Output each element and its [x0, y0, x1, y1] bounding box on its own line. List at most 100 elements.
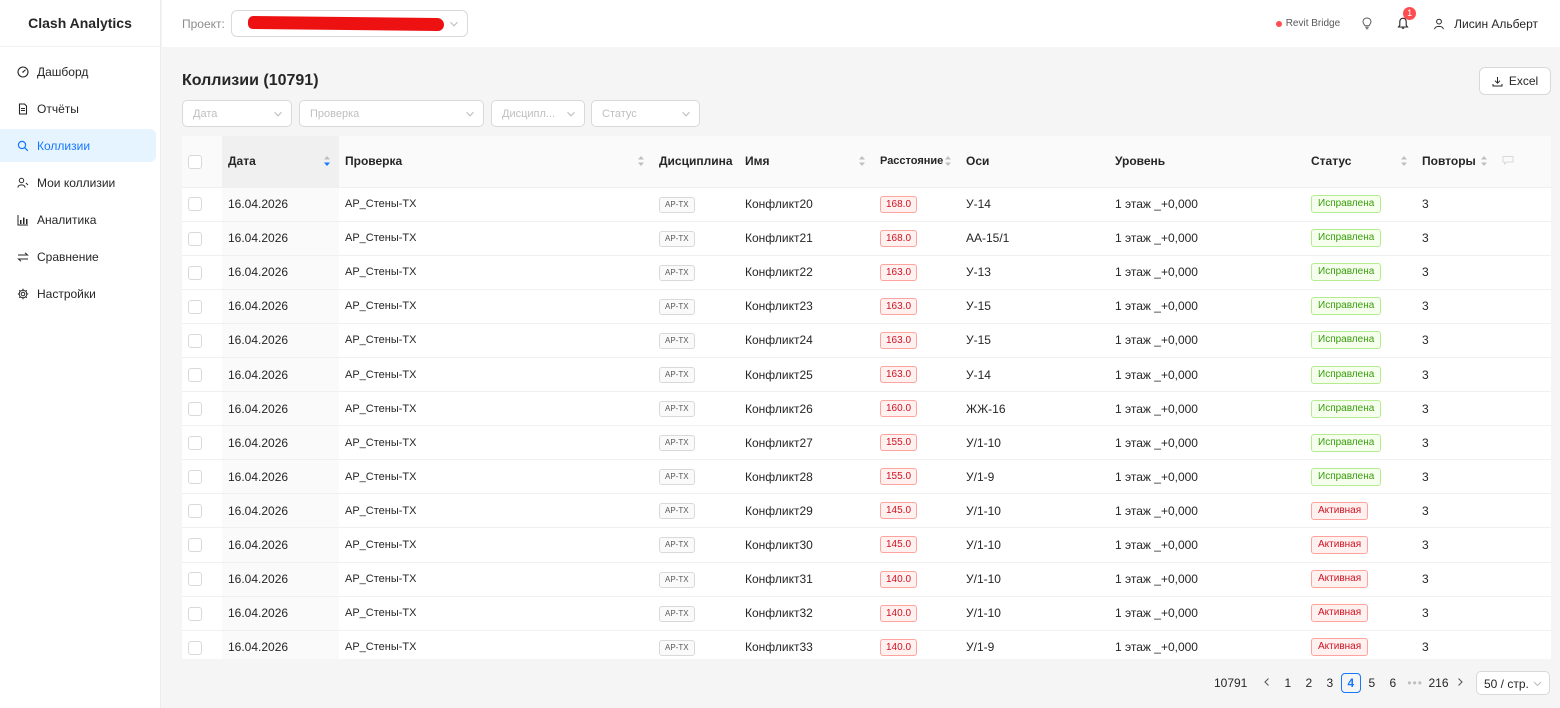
page-button[interactable]: 6 [1383, 673, 1403, 693]
status-badge[interactable]: Исправлена [1311, 331, 1382, 350]
table-row[interactable]: 16.04.2026 АР_Стены-ТХ АР-ТХ Конфликт25 163.… [182, 357, 1551, 393]
sidebar-item-collisions[interactable]: Коллизии [0, 129, 156, 162]
page-button[interactable]: 3 [1320, 673, 1340, 693]
page-button-current[interactable]: 4 [1340, 673, 1361, 693]
column-date[interactable]: Дата [222, 136, 339, 188]
status-badge[interactable]: Активная [1311, 570, 1369, 589]
row-checkbox[interactable] [188, 197, 202, 212]
row-checkbox[interactable] [188, 402, 202, 417]
bell-icon[interactable]: 1 [1396, 6, 1417, 31]
row-select-cell [182, 527, 222, 563]
cell-comments [1496, 391, 1551, 427]
cell-discipline: АР-ТХ [653, 391, 739, 427]
status-badge[interactable]: Исправлена [1311, 297, 1382, 316]
table-row[interactable]: 16.04.2026 АР_Стены-ТХ АР-ТХ Конфликт22 163.… [182, 255, 1551, 290]
page-button[interactable]: 2 [1299, 673, 1319, 693]
filter-check[interactable]: Проверка [299, 100, 484, 127]
page-button-last[interactable]: 216 [1427, 673, 1449, 693]
select-all-cell [182, 136, 222, 188]
row-checkbox[interactable] [188, 367, 202, 382]
project-select[interactable] [230, 10, 468, 37]
prev-page-button[interactable] [1257, 676, 1277, 690]
column-repeats[interactable]: Повторы [1416, 136, 1496, 188]
row-checkbox[interactable] [188, 640, 202, 655]
cell-name: Конфликт29 [739, 493, 874, 529]
excel-export-button[interactable]: Excel [1479, 67, 1551, 95]
table-row[interactable]: 16.04.2026 АР_Стены-ТХ АР-ТХ Конфликт29 145.… [182, 493, 1551, 529]
sidebar-item-my-collisions[interactable]: Мои коллизии [0, 166, 156, 199]
distance-tag: 163.0 [880, 297, 918, 315]
table-row[interactable]: 16.04.2026 АР_Стены-ТХ АР-ТХ Конфликт26 160.… [182, 391, 1551, 427]
cell-axes: У/1-10 [960, 596, 1109, 631]
row-checkbox[interactable] [188, 436, 202, 451]
status-badge[interactable]: Активная [1311, 604, 1369, 623]
table-row[interactable]: 16.04.2026 АР_Стены-ТХ АР-ТХ Конфликт30 145.… [182, 527, 1551, 563]
status-badge[interactable]: Исправлена [1311, 263, 1382, 282]
sidebar-item-analytics[interactable]: Аналитика [0, 203, 156, 236]
table-row[interactable]: 16.04.2026 АР_Стены-ТХ АР-ТХ Конфликт31 140.… [182, 562, 1551, 597]
row-checkbox[interactable] [188, 538, 202, 553]
page-size-select[interactable]: 50 / стр. [1476, 671, 1550, 695]
row-checkbox[interactable] [188, 470, 202, 485]
table-row[interactable]: 16.04.2026 АР_Стены-ТХ АР-ТХ Конфликт23 163.… [182, 289, 1551, 324]
status-badge[interactable]: Активная [1311, 638, 1369, 657]
sidebar-item-compare[interactable]: Сравнение [0, 240, 156, 273]
table-row[interactable]: 16.04.2026 АР_Стены-ТХ АР-ТХ Конфликт21 168.… [182, 221, 1551, 256]
table-row[interactable]: 16.04.2026 АР_Стены-ТХ АР-ТХ Конфликт20 168.… [182, 187, 1551, 222]
row-checkbox[interactable] [188, 231, 202, 246]
cell-repeats: 3 [1416, 357, 1496, 393]
page-button[interactable]: 1 [1278, 673, 1298, 693]
row-checkbox[interactable] [188, 333, 202, 348]
revit-bridge-status[interactable]: Revit Bridge [1286, 18, 1340, 29]
column-comments[interactable] [1496, 136, 1551, 188]
table-row[interactable]: 16.04.2026 АР_Стены-ТХ АР-ТХ Конфликт27 155.… [182, 425, 1551, 461]
discipline-tag: АР-ТХ [659, 605, 695, 622]
cell-comments [1496, 493, 1551, 529]
table-row[interactable]: 16.04.2026 АР_Стены-ТХ АР-ТХ Конфликт24 163.… [182, 323, 1551, 358]
distance-tag: 163.0 [880, 263, 918, 281]
status-badge[interactable]: Исправлена [1311, 229, 1382, 248]
sidebar-item-settings[interactable]: Настройки [0, 277, 156, 310]
column-label: Статус [1311, 154, 1352, 169]
select-all-checkbox[interactable] [188, 154, 202, 169]
table-row[interactable]: 16.04.2026 АР_Стены-ТХ АР-ТХ Конфликт32 140.… [182, 596, 1551, 631]
bulb-icon[interactable] [1360, 17, 1374, 31]
cell-discipline: АР-ТХ [653, 255, 739, 290]
row-checkbox[interactable] [188, 572, 202, 587]
row-checkbox[interactable] [188, 299, 202, 314]
status-badge[interactable]: Активная [1311, 535, 1369, 554]
column-status[interactable]: Статус [1305, 136, 1416, 188]
app-logo[interactable]: Clash Analytics [0, 0, 160, 47]
filter-discipline[interactable]: Дисципл... [491, 100, 585, 127]
distance-tag: 155.0 [880, 434, 918, 452]
column-level[interactable]: Уровень [1109, 136, 1305, 188]
filter-status[interactable]: Статус [591, 100, 700, 127]
user-menu[interactable]: Лисин Альберт [1432, 17, 1538, 31]
column-check[interactable]: Проверка [339, 136, 653, 188]
next-page-button[interactable] [1450, 676, 1470, 690]
filter-date[interactable]: Дата [182, 100, 292, 127]
cell-repeats: 3 [1416, 289, 1496, 324]
page-ellipsis[interactable]: ••• [1407, 676, 1423, 690]
column-axes[interactable]: Оси [960, 136, 1109, 188]
sidebar-item-reports[interactable]: Отчёты [0, 92, 156, 125]
column-distance[interactable]: Расстояние [874, 136, 960, 188]
row-checkbox[interactable] [188, 504, 202, 519]
status-badge[interactable]: Исправлена [1311, 365, 1382, 384]
user-name: Лисин Альберт [1454, 16, 1538, 31]
status-badge[interactable]: Исправлена [1311, 467, 1382, 486]
table-row[interactable]: 16.04.2026 АР_Стены-ТХ АР-ТХ Конфликт28 155.… [182, 459, 1551, 495]
column-name[interactable]: Имя [739, 136, 874, 188]
page-button[interactable]: 5 [1362, 673, 1382, 693]
row-checkbox[interactable] [188, 265, 202, 280]
sidebar-item-dashboard[interactable]: Дашборд [0, 55, 156, 88]
column-discipline[interactable]: Дисциплина [653, 136, 739, 188]
row-checkbox[interactable] [188, 606, 202, 621]
status-badge[interactable]: Активная [1311, 501, 1369, 520]
cell-discipline: АР-ТХ [653, 459, 739, 495]
status-badge[interactable]: Исправлена [1311, 399, 1382, 418]
status-badge[interactable]: Исправлена [1311, 195, 1382, 214]
cell-axes: У/1-9 [960, 459, 1109, 495]
table-row[interactable]: 16.04.2026 АР_Стены-ТХ АР-ТХ Конфликт33 140.… [182, 630, 1551, 659]
status-badge[interactable]: Исправлена [1311, 433, 1382, 452]
